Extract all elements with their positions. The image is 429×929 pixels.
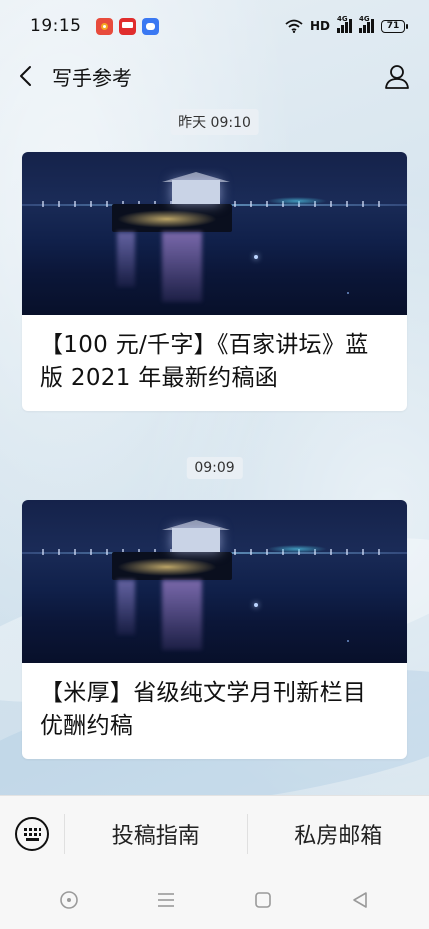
- message-timestamp: 09:09: [186, 457, 243, 479]
- notification-icons: [95, 17, 159, 35]
- keyboard-toggle-button[interactable]: [0, 796, 64, 872]
- menu-item-private-mailbox[interactable]: 私房邮箱: [248, 796, 429, 872]
- square-icon: [255, 892, 271, 908]
- status-indicators: HD 4G 4G 71: [285, 15, 408, 33]
- status-time: 19:15: [30, 16, 82, 36]
- article-title: 【米厚】省级纯文学月刊新栏目优酬约稿: [40, 680, 367, 739]
- keyboard-icon: [15, 817, 49, 851]
- triangle-back-icon: [353, 892, 368, 908]
- home-button[interactable]: [252, 889, 274, 911]
- message-timestamp: 昨天 09:10: [170, 109, 259, 135]
- message-list: 昨天 09:10 【100 元/千字】《百家讲坛》蓝版 2021 年最新约稿函 …: [0, 100, 429, 795]
- menu-lines-icon: [157, 893, 174, 907]
- signal-strength-icon: 4G: [359, 15, 374, 33]
- user-icon: [385, 65, 409, 89]
- article-title: 【100 元/千字】《百家讲坛》蓝版 2021 年最新约稿函: [40, 332, 369, 391]
- menu-item-submission-guide[interactable]: 投稿指南: [65, 796, 247, 872]
- battery-icon: 71: [381, 19, 408, 33]
- target-circle-icon: [59, 891, 78, 909]
- network-hd-label: HD: [309, 19, 330, 33]
- signal-type-label: 4G: [359, 15, 370, 23]
- menu-button[interactable]: [155, 889, 177, 911]
- signal-type-label: 4G: [337, 15, 348, 23]
- menu-bar: 投稿指南 私房邮箱: [0, 795, 429, 872]
- article-cover-image: [22, 152, 407, 315]
- weibo-app-icon: [95, 17, 113, 35]
- chevron-left-icon: [20, 66, 31, 86]
- assistant-button[interactable]: [58, 889, 80, 911]
- back-nav-button[interactable]: [349, 889, 371, 911]
- status-bar: 19:15 HD 4G 4G 71: [0, 0, 429, 52]
- article-card[interactable]: 【米厚】省级纯文学月刊新栏目优酬约稿: [22, 500, 407, 759]
- signal-strength-icon: 4G: [337, 15, 352, 33]
- blue-app-icon: [141, 17, 159, 35]
- wifi-icon: [285, 19, 303, 33]
- profile-button[interactable]: [383, 62, 411, 90]
- system-nav-bar: [0, 871, 429, 929]
- article-card[interactable]: 【100 元/千字】《百家讲坛》蓝版 2021 年最新约稿函: [22, 152, 407, 411]
- page-title: 写手参考: [52, 65, 132, 90]
- back-button[interactable]: [18, 65, 38, 87]
- article-cover-image: [22, 500, 407, 663]
- nav-bar: 写手参考: [0, 52, 429, 100]
- red-app-icon: [118, 17, 136, 35]
